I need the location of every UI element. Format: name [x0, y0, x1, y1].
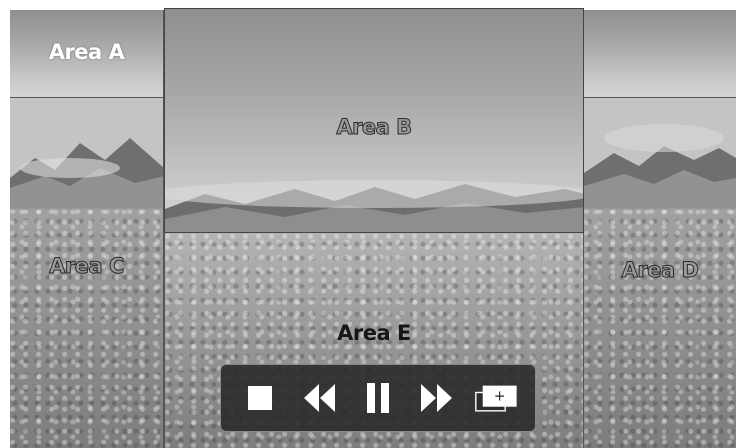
area-d-panel[interactable]: Area D: [584, 98, 736, 448]
area-b-panel[interactable]: Area B: [164, 8, 584, 233]
pause-button[interactable]: [356, 376, 400, 420]
area-a-label: Area A: [48, 40, 125, 64]
playback-control-bar: +: [220, 364, 536, 432]
area-c-label: Area C: [49, 254, 125, 279]
add-icon-glyph: +: [493, 389, 505, 405]
pause-icon: [366, 383, 389, 413]
area-a-panel[interactable]: Area A: [10, 10, 164, 98]
rewind-button[interactable]: [297, 376, 341, 420]
add-window-button[interactable]: +: [474, 376, 518, 420]
stop-icon: [248, 386, 273, 410]
video-wall: Area A Area C Area D Area B Area E +: [0, 0, 736, 448]
area-b-label: Area B: [336, 115, 413, 140]
area-c-panel[interactable]: Area C: [10, 98, 164, 448]
stop-button[interactable]: [238, 376, 282, 420]
fast-forward-button[interactable]: [415, 376, 459, 420]
area-e-label: Area E: [337, 321, 411, 345]
add-window-icon: +: [474, 385, 517, 412]
area-d-top-panel[interactable]: [584, 10, 736, 98]
fast-forward-icon: [420, 384, 452, 412]
rewind-icon: [304, 384, 336, 412]
area-d-label: Area D: [621, 258, 699, 283]
